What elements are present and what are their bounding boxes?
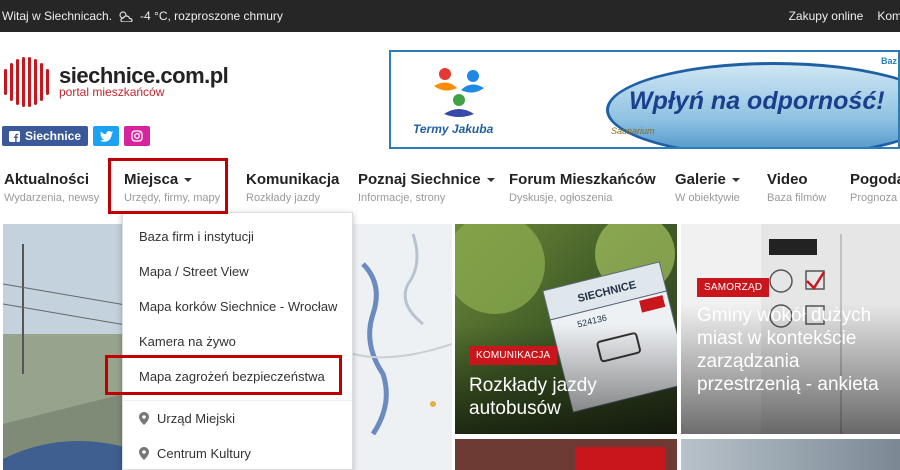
facebook-label: Siechnice [24, 129, 82, 143]
dropdown-item-mapa-zagrozen[interactable]: Mapa zagrożeń bezpieczeństwa [139, 369, 325, 384]
dropdown-item-urzad-miejski[interactable]: Urząd Miejski [139, 411, 235, 426]
article-tile-komunikacja[interactable]: SIECHNICE 524136 KOMUNIKACJA Rozkłady ja… [455, 224, 677, 434]
social-links: Siechnice [2, 126, 150, 146]
facebook-icon [8, 130, 20, 142]
article-tile-bottom-right[interactable] [681, 439, 900, 470]
article-tile-bottom-left[interactable] [455, 439, 677, 470]
nav-forum[interactable]: Forum Mieszkańców Dyskusje, ogłoszenia [509, 171, 656, 204]
termy-jakuba-logo-icon [434, 68, 484, 117]
category-badge[interactable]: SAMORZĄD [697, 278, 770, 297]
nav-sub: Informacje, strony [358, 192, 446, 204]
caret-down-icon [184, 177, 193, 182]
nav-sub: Wydarzenia, newsy [4, 192, 100, 204]
nav-komunikacja[interactable]: Komunikacja Rozkłady jazdy [246, 171, 339, 204]
greeting-text: Witaj w Siechnicach. [2, 9, 113, 23]
nav-sub: Rozkłady jazdy [246, 192, 320, 204]
topbar-link-more[interactable]: Kom [877, 9, 900, 23]
nav-label: Miejsca [124, 171, 220, 188]
nav-label: Video [767, 171, 808, 188]
nav-pogoda[interactable]: Pogoda Prognoza [850, 171, 900, 204]
article-title[interactable]: Rozkłady jazdy autobusów [469, 374, 649, 420]
nav-galerie[interactable]: Galerie W obiektywie [675, 171, 740, 204]
tile-image-fragment [681, 439, 900, 470]
cloud-sun-icon [118, 10, 134, 23]
nav-label: Komunikacja [246, 171, 340, 188]
dropdown-item-centrum-kultury[interactable]: Centrum Kultury [139, 446, 251, 461]
category-badge[interactable]: KOMUNIKACJA [469, 346, 558, 365]
nav-aktualnosci[interactable]: Aktualności Wydarzenia, newsy [4, 171, 99, 204]
nav-label: Poznaj Siechnice [358, 171, 495, 188]
topbar-link-shopping[interactable]: Zakupy online [789, 9, 864, 23]
tile-image-fragment [575, 447, 665, 470]
facebook-button[interactable]: Siechnice [2, 126, 88, 146]
top-bar: Witaj w Siechnicach. -4 °C, rozproszone … [0, 0, 900, 32]
nav-label-text: Galerie [675, 171, 726, 188]
dropdown-item-baza-firm[interactable]: Baza firm i instytucji [139, 229, 254, 244]
nav-poznaj-siechnice[interactable]: Poznaj Siechnice Informacje, strony [358, 171, 495, 204]
article-title[interactable]: Gminy wokół dużych miast w kontekście za… [697, 304, 897, 396]
dropdown-item-label: Centrum Kultury [157, 446, 251, 461]
weather-text: -4 °C, rozproszone chmury [140, 9, 283, 23]
map-pin-icon [139, 447, 149, 460]
nav-video[interactable]: Video Baza filmów [767, 171, 826, 204]
dropdown-item-mapa-street-view[interactable]: Mapa / Street View [139, 264, 249, 279]
banner-small-text: Saunarium [611, 126, 655, 136]
caret-down-icon [731, 177, 740, 182]
weather-info: Witaj w Siechnicach. -4 °C, rozproszone … [2, 0, 283, 32]
caret-down-icon [486, 177, 495, 182]
nav-label-text: Poznaj Siechnice [358, 171, 481, 188]
banner-corner-text: Baz [881, 56, 898, 66]
main-navigation: Aktualności Wydarzenia, newsy Miejsca Ur… [0, 165, 900, 213]
article-tile-samorzad[interactable]: SAMORZĄD Gminy wokół dużych miast w kont… [681, 224, 900, 434]
map-pin-icon [139, 412, 149, 425]
dropdown-item-kamera[interactable]: Kamera na żywo [139, 334, 236, 349]
nav-miejsca[interactable]: Miejsca Urzędy, firmy, mapy [124, 171, 220, 204]
instagram-button[interactable] [124, 126, 150, 146]
nav-sub: Baza filmów [767, 192, 827, 204]
nav-label: Galerie [675, 171, 740, 188]
nav-sub: Prognoza [850, 192, 898, 204]
dropdown-item-mapa-korkow[interactable]: Mapa korków Siechnice - Wrocław [139, 299, 337, 314]
banner-slogan: Wpłyń na odporność! [629, 87, 885, 115]
nav-label: Pogoda [850, 171, 900, 188]
map-image [352, 224, 452, 470]
logo-mark-icon [4, 57, 49, 107]
twitter-button[interactable] [93, 126, 119, 146]
nav-label: Aktualności [4, 171, 90, 188]
nav-sub: Dyskusje, ogłoszenia [509, 192, 613, 204]
miejsca-dropdown-menu: Baza firm i instytucji Mapa / Street Vie… [122, 212, 353, 470]
nav-sub: W obiektywie [675, 192, 740, 204]
banner-brand: Termy Jakuba [413, 122, 494, 136]
site-logo[interactable]: siechnice.com.pl portal mieszkańców [2, 55, 242, 115]
nav-label-text: Miejsca [124, 171, 179, 188]
twitter-icon [99, 130, 113, 142]
advertisement-banner[interactable]: Termy Jakuba Wpłyń na odporność! Saunari… [389, 50, 900, 149]
nav-label: Forum Mieszkańców [509, 171, 656, 188]
nav-sub: Urzędy, firmy, mapy [124, 192, 221, 204]
dropdown-divider [123, 400, 352, 401]
logo-subtitle: portal mieszkańców [59, 85, 165, 99]
instagram-icon [131, 130, 143, 142]
dropdown-item-label: Urząd Miejski [157, 411, 236, 426]
